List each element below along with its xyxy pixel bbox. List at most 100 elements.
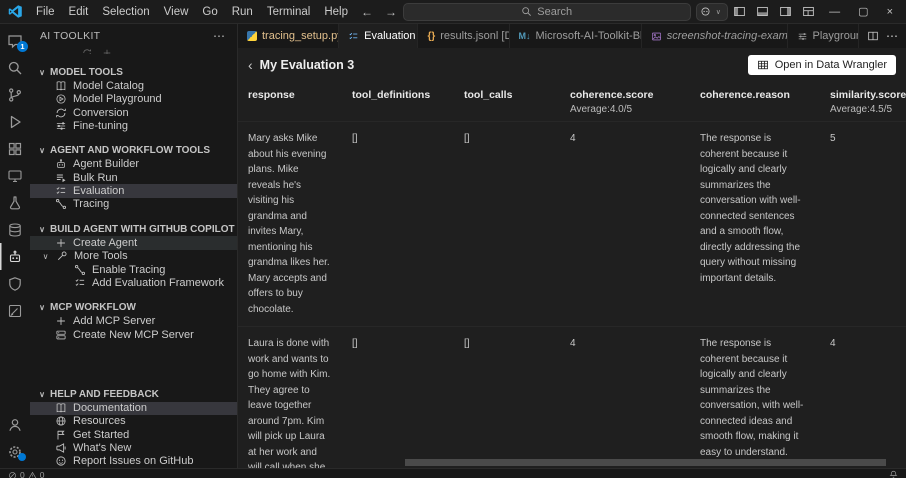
activitybar-run-debug[interactable]	[0, 108, 30, 135]
sidebar-item-create-agent[interactable]: Create Agent	[30, 236, 237, 250]
col-response[interactable]: response	[238, 81, 342, 121]
window-close-button[interactable]: ×	[878, 4, 902, 20]
item-label: Enable Tracing	[92, 263, 166, 276]
window-restore-button[interactable]: ▢	[849, 3, 877, 20]
scrollbar-thumb[interactable]	[405, 459, 886, 466]
tab-label: results.jsonl [DW]	[440, 30, 508, 42]
menu-file[interactable]: File	[29, 4, 62, 20]
tab-results-jsonl[interactable]: {} results.jsonl [DW]	[418, 24, 510, 48]
tab-playground[interactable]: Playground	[787, 24, 859, 48]
menu-edit[interactable]: Edit	[62, 4, 96, 20]
activitybar-notebook[interactable]	[0, 297, 30, 324]
menu-help[interactable]: Help	[317, 4, 355, 20]
activitybar-database[interactable]	[0, 216, 30, 243]
sidebar-item-model-playground[interactable]: Model Playground	[30, 93, 237, 106]
sidebar-item-add-evaluation-framework[interactable]: Add Evaluation Framework	[30, 276, 237, 289]
menu-view[interactable]: View	[157, 4, 196, 20]
sidebar-item-create-new-mcp-server[interactable]: Create New MCP Server	[30, 328, 237, 341]
split-editor-icon[interactable]	[867, 30, 879, 42]
toggle-panel-left-button[interactable]	[728, 2, 751, 21]
chat-badge: 1	[17, 41, 28, 52]
section-agent-workflow-tools[interactable]: ∨ AGENT AND WORKFLOW TOOLS	[30, 144, 237, 158]
section-mcp-workflow[interactable]: ∨ MCP WORKFLOW	[30, 301, 237, 315]
item-label: Report Issues on GitHub	[73, 455, 194, 468]
tab-blog-md[interactable]: M↓ Microsoft-AI-Toolkit-Blog.md	[509, 24, 642, 48]
bell-icon[interactable]	[889, 470, 898, 478]
sidebar-item-report-issues[interactable]: Report Issues on GitHub	[30, 455, 237, 468]
section-label: MODEL TOOLS	[50, 66, 123, 78]
section-help-feedback[interactable]: ∨ HELP AND FEEDBACK	[30, 387, 237, 401]
open-in-data-wrangler-button[interactable]: Open in Data Wrangler	[747, 55, 896, 75]
sidebar-item-whats-new[interactable]: What's New	[30, 441, 237, 454]
search-placeholder: Search	[537, 5, 573, 18]
menu-selection[interactable]: Selection	[95, 4, 156, 20]
activitybar-accounts[interactable]	[0, 411, 30, 438]
menu-terminal[interactable]: Terminal	[260, 4, 317, 20]
globe-icon	[55, 415, 67, 427]
activitybar-remote-explorer[interactable]	[0, 162, 30, 189]
tab-tracing-setup-py[interactable]: tracing_setup.py 9+	[238, 24, 340, 48]
sidebar-item-evaluation[interactable]: Evaluation	[30, 184, 237, 198]
sidebar-item-model-catalog[interactable]: Model Catalog	[30, 79, 237, 92]
sidebar-header: AI TOOLKIT ⋯	[30, 24, 237, 48]
item-label: Model Playground	[73, 93, 162, 106]
search-command-center[interactable]: Search	[402, 2, 691, 21]
col-coherence-reason[interactable]: coherence.reason	[690, 81, 820, 121]
sidebar-item-resources[interactable]: Resources	[30, 415, 237, 428]
more-actions-icon[interactable]: ⋯	[211, 29, 227, 43]
activitybar-search[interactable]	[0, 54, 30, 81]
col-coherence-score[interactable]: coherence.score Average:4.0/5	[560, 81, 690, 121]
activitybar-settings[interactable]	[0, 438, 30, 465]
sidebar-item-conversion[interactable]: Conversion	[30, 106, 237, 119]
sidebar-item-tracing[interactable]: Tracing	[30, 198, 237, 211]
menu-run[interactable]: Run	[225, 4, 260, 20]
col-tool-calls[interactable]: tool_calls	[454, 81, 560, 121]
col-similarity-score[interactable]: similarity.score Average:4.5/5	[820, 81, 906, 121]
cell-response: Mary asks Mike about his evening plans. …	[248, 133, 330, 315]
database-icon	[7, 222, 23, 238]
warning-count: 0	[39, 470, 45, 478]
tab-screenshot-png[interactable]: screenshot-tracing-example.png	[641, 24, 788, 48]
tab-label: tracing_setup.py	[262, 30, 340, 42]
section-build-agent-copilot[interactable]: ∨ BUILD AGENT WITH GITHUB COPILOT	[30, 222, 237, 236]
cell-coherence-score: 4	[570, 338, 576, 349]
customize-layout-button[interactable]	[797, 2, 820, 21]
sidebar-item-add-mcp-server[interactable]: Add MCP Server	[30, 315, 237, 328]
run-debug-icon	[7, 114, 23, 130]
tab-bar: tracing_setup.py 9+ Evaluation × {} resu…	[238, 24, 906, 48]
problems-indicator[interactable]: 0 0	[8, 470, 44, 478]
activitybar-source-control[interactable]	[0, 81, 30, 108]
toggle-panel-bottom-button[interactable]	[751, 2, 774, 21]
activitybar-copilot-chat[interactable]: 1	[0, 27, 30, 54]
table-row[interactable]: Laura is done with work and wants to go …	[238, 326, 906, 468]
menu-go[interactable]: Go	[195, 4, 224, 20]
activitybar-ai-toolkit[interactable]	[0, 243, 30, 270]
sidebar-item-fine-tuning[interactable]: Fine-tuning	[30, 119, 237, 132]
toggle-panel-right-button[interactable]	[774, 2, 797, 21]
sidebar-item-get-started[interactable]: Get Started	[30, 428, 237, 441]
tools-icon	[56, 250, 68, 262]
activitybar-bottom	[0, 411, 30, 468]
table-row[interactable]: Mary asks Mike about his evening plans. …	[238, 121, 906, 326]
sidebar-item-agent-builder[interactable]: Agent Builder	[30, 158, 237, 171]
horizontal-scrollbar[interactable]	[405, 459, 886, 466]
tab-label: screenshot-tracing-example.png	[666, 30, 788, 42]
activitybar-extensions[interactable]	[0, 135, 30, 162]
window-minimize-button[interactable]: —	[820, 4, 849, 20]
nav-back-icon[interactable]: ←	[355, 5, 379, 19]
activitybar-security[interactable]	[0, 270, 30, 297]
sidebar-item-documentation[interactable]: Documentation	[30, 401, 237, 415]
cell-coherence-reason: The response is coherent because it logi…	[700, 133, 801, 284]
section-model-tools[interactable]: ∨ MODEL TOOLS	[30, 65, 237, 79]
sidebar-item-enable-tracing[interactable]: Enable Tracing	[30, 263, 237, 276]
copilot-menu-button[interactable]: ∨	[695, 2, 729, 21]
nav-forward-icon[interactable]: →	[379, 5, 403, 19]
sidebar-item-more-tools[interactable]: ∨ More Tools	[30, 250, 237, 263]
activitybar-testing[interactable]	[0, 189, 30, 216]
more-actions-icon[interactable]: ⋯	[886, 29, 898, 43]
col-tool-definitions[interactable]: tool_definitions	[342, 81, 454, 121]
back-chevron-icon[interactable]: ‹	[248, 58, 253, 72]
sidebar-item-bulk-run[interactable]: Bulk Run	[30, 171, 237, 184]
tab-evaluation[interactable]: Evaluation ×	[339, 24, 419, 48]
server-icon	[55, 329, 67, 341]
